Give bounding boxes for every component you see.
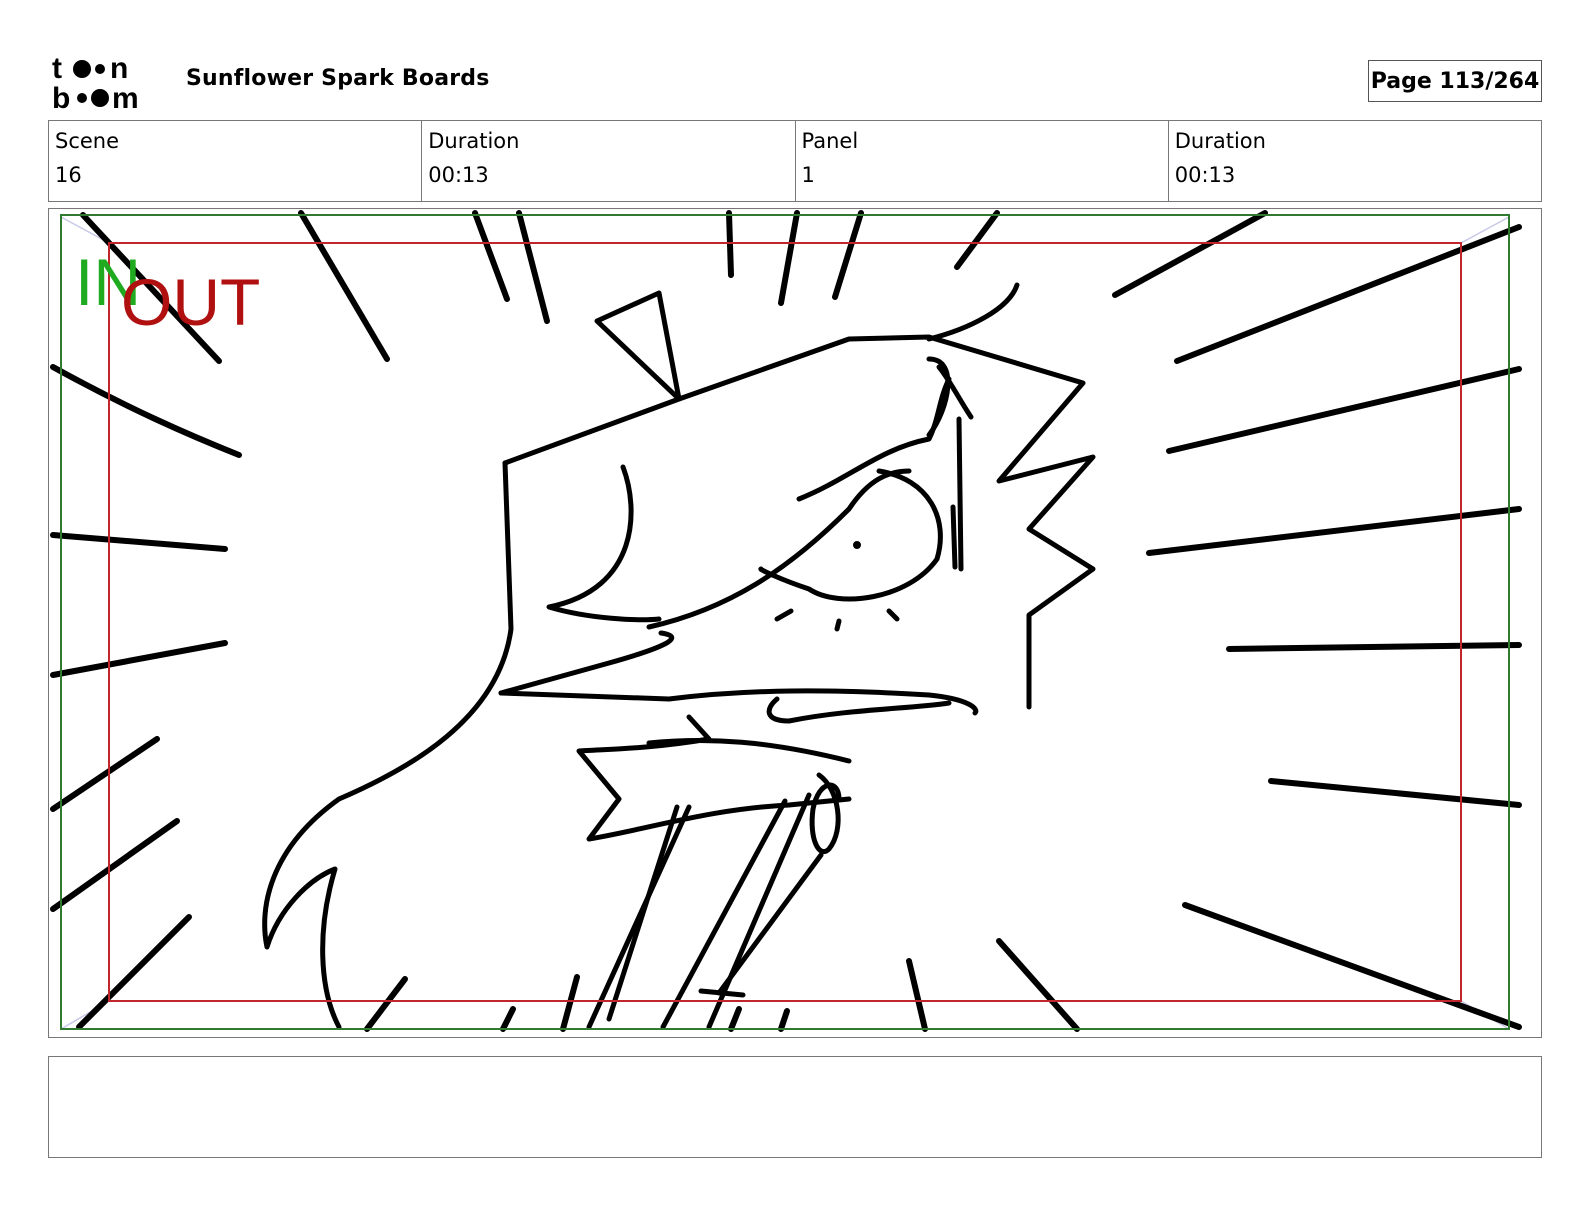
svg-text:t: t [52, 52, 62, 85]
svg-text:m: m [112, 82, 139, 110]
svg-text:n: n [110, 52, 128, 85]
page-number: Page 113/264 [1368, 60, 1542, 102]
panel-value: 1 [801, 163, 815, 187]
panel-label: Panel [801, 129, 859, 153]
toon-boom-logo-icon: t n b m [52, 52, 139, 110]
panel-duration-cell: Duration 00:13 [1169, 121, 1541, 201]
project-title: Sunflower Spark Boards [186, 66, 490, 91]
storyboard-panel: IN OUT [48, 208, 1542, 1038]
panel-cell: Panel 1 [796, 121, 1169, 201]
scene-duration-value: 00:13 [428, 163, 489, 187]
scene-value: 16 [55, 163, 82, 187]
toon-boom-logo: t n b m [52, 52, 164, 110]
panel-info-table: Scene 16 Duration 00:13 Panel 1 Duration… [48, 120, 1542, 202]
scene-duration-cell: Duration 00:13 [422, 121, 796, 201]
speed-lines [50, 210, 1522, 1032]
panel-drawing: IN OUT [50, 210, 1522, 1032]
svg-text:b: b [52, 82, 70, 110]
panel-duration-value: 00:13 [1174, 163, 1236, 187]
camera-frame [108, 242, 1462, 1002]
panel-duration-label: Duration [1174, 129, 1266, 153]
out-marker: OUT [121, 265, 260, 339]
scene-duration-label: Duration [428, 129, 520, 153]
scene-label: Scene [55, 129, 120, 153]
scene-cell: Scene 16 [49, 121, 423, 201]
character-sketch [262, 282, 1096, 1030]
panel-notes [48, 1056, 1542, 1158]
